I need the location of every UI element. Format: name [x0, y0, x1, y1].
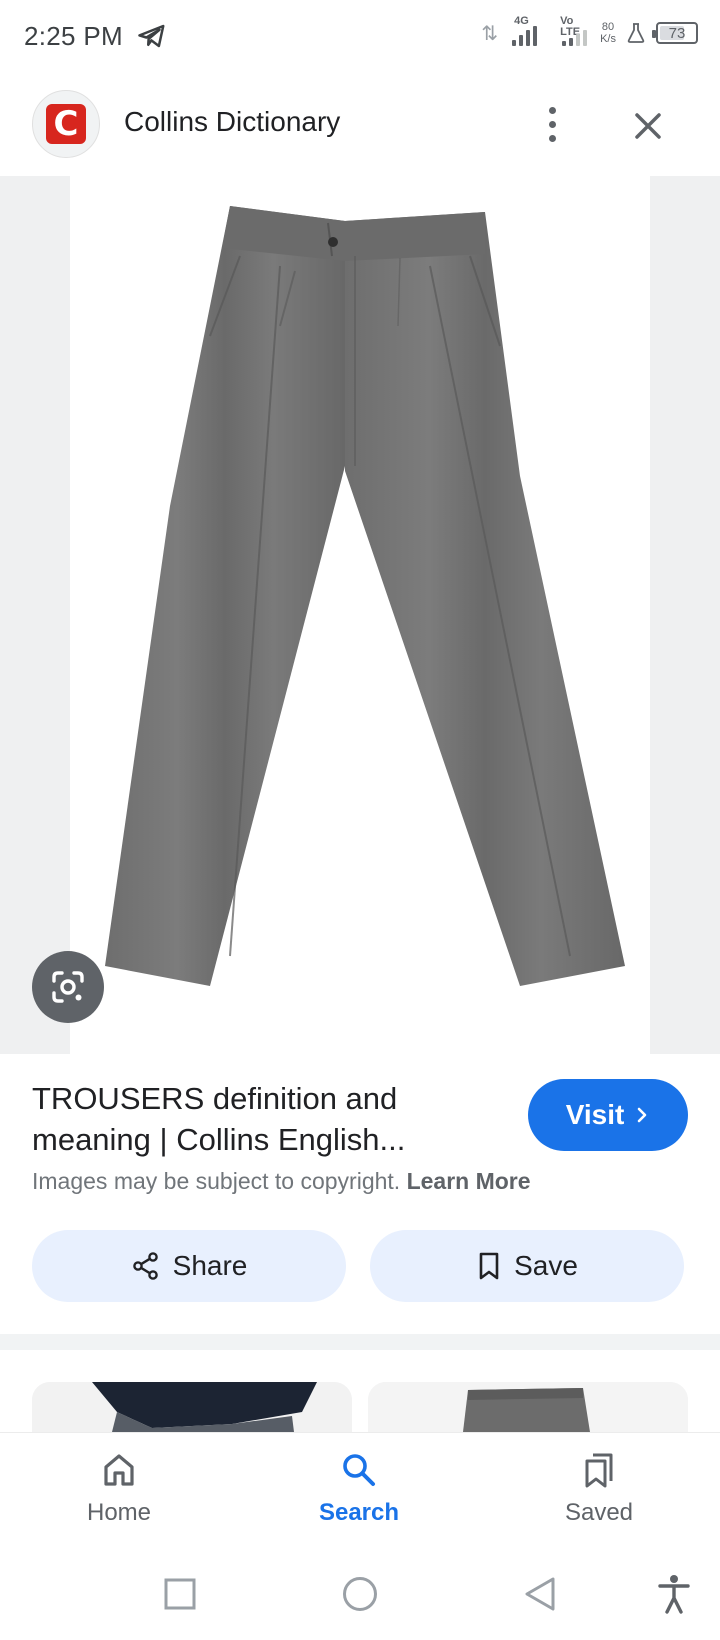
accessibility-icon	[658, 1575, 690, 1614]
back-button[interactable]	[518, 1572, 562, 1616]
network-speed: 80 K/s	[600, 21, 616, 45]
related-image-1[interactable]	[32, 1382, 352, 1432]
result-title[interactable]: TROUSERS definition and meaning | Collin…	[32, 1078, 482, 1160]
share-icon	[132, 1252, 158, 1280]
nav-home-label: Home	[86, 1499, 152, 1526]
copyright-notice: Images may be subject to copyright. Lear…	[32, 1168, 531, 1195]
status-indicators: ⇅ 4G Vo LTE 80 K/s 73	[481, 16, 698, 48]
telegram-icon	[138, 24, 165, 48]
viewer-header: C Collins Dictionary	[0, 84, 720, 172]
related-thumbnail-2	[368, 1382, 688, 1432]
lab-flask-icon	[627, 23, 645, 43]
share-label: Share	[172, 1250, 248, 1281]
back-triangle-icon	[525, 1577, 555, 1611]
related-thumbnail-1	[32, 1382, 352, 1432]
speed-unit: K/s	[600, 33, 616, 45]
home-icon	[104, 1454, 134, 1486]
share-button[interactable]: Share	[32, 1230, 346, 1302]
status-bar: 2:25 PM ⇅ 4G Vo LTE 80 K/s 73	[0, 0, 720, 72]
site-name[interactable]: Collins Dictionary	[124, 106, 340, 138]
circle-icon	[343, 1577, 377, 1611]
trousers-illustration	[105, 206, 625, 986]
save-label: Save	[514, 1250, 578, 1281]
chevron-right-icon	[638, 1107, 647, 1123]
speed-value: 80	[601, 21, 615, 33]
related-image-2[interactable]	[368, 1382, 688, 1432]
nav-search-label: Search	[318, 1499, 400, 1526]
accessibility-button[interactable]	[652, 1572, 696, 1616]
nav-saved[interactable]: Saved	[524, 1451, 674, 1527]
bookmark-icon	[479, 1252, 499, 1280]
close-icon[interactable]	[624, 102, 672, 150]
status-time: 2:25 PM	[24, 20, 123, 51]
google-lens-icon	[52, 971, 84, 1003]
system-nav-bar	[0, 1550, 720, 1640]
signal-4g-icon: 4G	[508, 16, 544, 48]
signal-volte-icon: Vo LTE	[554, 16, 590, 48]
battery-icon: 73	[652, 22, 698, 44]
square-icon	[164, 1578, 196, 1610]
battery-percent: 73	[668, 24, 686, 42]
nav-search[interactable]: Search	[284, 1451, 434, 1527]
nav-home[interactable]: Home	[44, 1451, 194, 1527]
visit-button[interactable]: Visit	[528, 1079, 688, 1151]
section-divider	[0, 1334, 720, 1350]
trousers-image[interactable]	[70, 176, 650, 1054]
recents-button[interactable]	[158, 1572, 202, 1616]
visit-label: Visit	[565, 1099, 625, 1130]
data-transfer-icon: ⇅	[481, 22, 499, 45]
home-system-button[interactable]	[338, 1572, 382, 1616]
nav-saved-label: Saved	[564, 1499, 634, 1526]
save-button[interactable]: Save	[370, 1230, 684, 1302]
copyright-text: Images may be subject to copyright.	[32, 1168, 401, 1194]
more-vert-icon	[548, 106, 556, 114]
more-options-button[interactable]	[532, 100, 572, 148]
collins-logo-icon: C	[46, 104, 86, 144]
site-logo: C	[32, 90, 100, 158]
bottom-nav: Home Search Saved	[0, 1432, 720, 1550]
learn-more-link[interactable]: Learn More	[407, 1168, 531, 1194]
saved-icon	[585, 1453, 613, 1488]
image-preview-area	[0, 176, 720, 1054]
lens-button[interactable]	[32, 951, 104, 1023]
search-icon	[343, 1454, 375, 1486]
